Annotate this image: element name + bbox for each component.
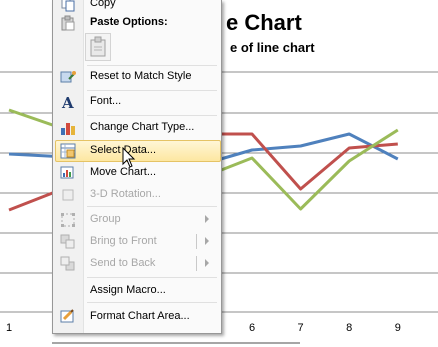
reset-style-icon — [60, 69, 76, 85]
menu-item-move-chart[interactable]: Move Chart... — [53, 162, 221, 184]
clipboard-icon — [90, 36, 106, 57]
font-icon: A — [60, 94, 76, 112]
menu-item-select-data[interactable]: Select Data... — [53, 140, 221, 162]
paste-keep-formatting-button[interactable] — [85, 33, 111, 61]
menu-separator — [87, 115, 217, 116]
x-tick-label: 8 — [346, 322, 353, 334]
x-tick-label: 9 — [394, 322, 401, 334]
menu-item-group[interactable]: Group — [53, 209, 221, 231]
split-divider — [196, 234, 197, 249]
paste-options-header: Paste Options: — [90, 16, 168, 28]
menu-item-copy[interactable]: Copy — [53, 0, 221, 15]
context-menu: Copy Paste Options: Reset to Match Style… — [52, 0, 222, 334]
x-tick-label: 7 — [297, 322, 304, 334]
svg-text:A: A — [61, 94, 74, 110]
move-chart-icon — [60, 165, 76, 181]
menu-item-3d-rotation[interactable]: 3-D Rotation... — [53, 184, 221, 206]
menu-separator — [87, 277, 217, 278]
submenu-arrow-icon — [205, 259, 209, 267]
menu-item-font[interactable]: A Font... — [53, 91, 221, 113]
select-data-icon — [60, 143, 76, 159]
x-tick-label: 1 — [5, 322, 13, 334]
split-divider — [196, 256, 197, 271]
menu-separator — [87, 206, 217, 207]
menu-item-assign-macro[interactable]: Assign Macro... — [53, 280, 221, 302]
submenu-arrow-icon — [205, 215, 209, 223]
menu-item-change-chart-type[interactable]: Change Chart Type... — [53, 117, 221, 139]
menu-item-bring-to-front[interactable]: Bring to Front — [53, 231, 221, 253]
menu-item-format-chart-area[interactable]: Format Chart Area... — [53, 306, 221, 328]
rotation-icon — [60, 187, 76, 203]
chart-title: e Chart — [226, 10, 302, 35]
copy-icon — [60, 0, 76, 12]
submenu-arrow-icon — [205, 237, 209, 245]
menu-separator — [87, 302, 217, 303]
group-icon — [60, 212, 76, 228]
chart-type-icon — [60, 120, 76, 136]
send-to-back-icon — [60, 256, 76, 272]
bring-to-front-icon — [60, 234, 76, 250]
menu-item-reset-to-match-style[interactable]: Reset to Match Style — [53, 66, 221, 88]
paste-icon — [60, 15, 76, 31]
menu-item-send-to-back[interactable]: Send to Back — [53, 253, 221, 275]
mouse-cursor-icon — [122, 147, 136, 168]
format-chart-area-icon — [60, 309, 76, 325]
chart-subtitle: e of line chart — [230, 40, 315, 55]
x-tick-label: 6 — [248, 322, 256, 334]
